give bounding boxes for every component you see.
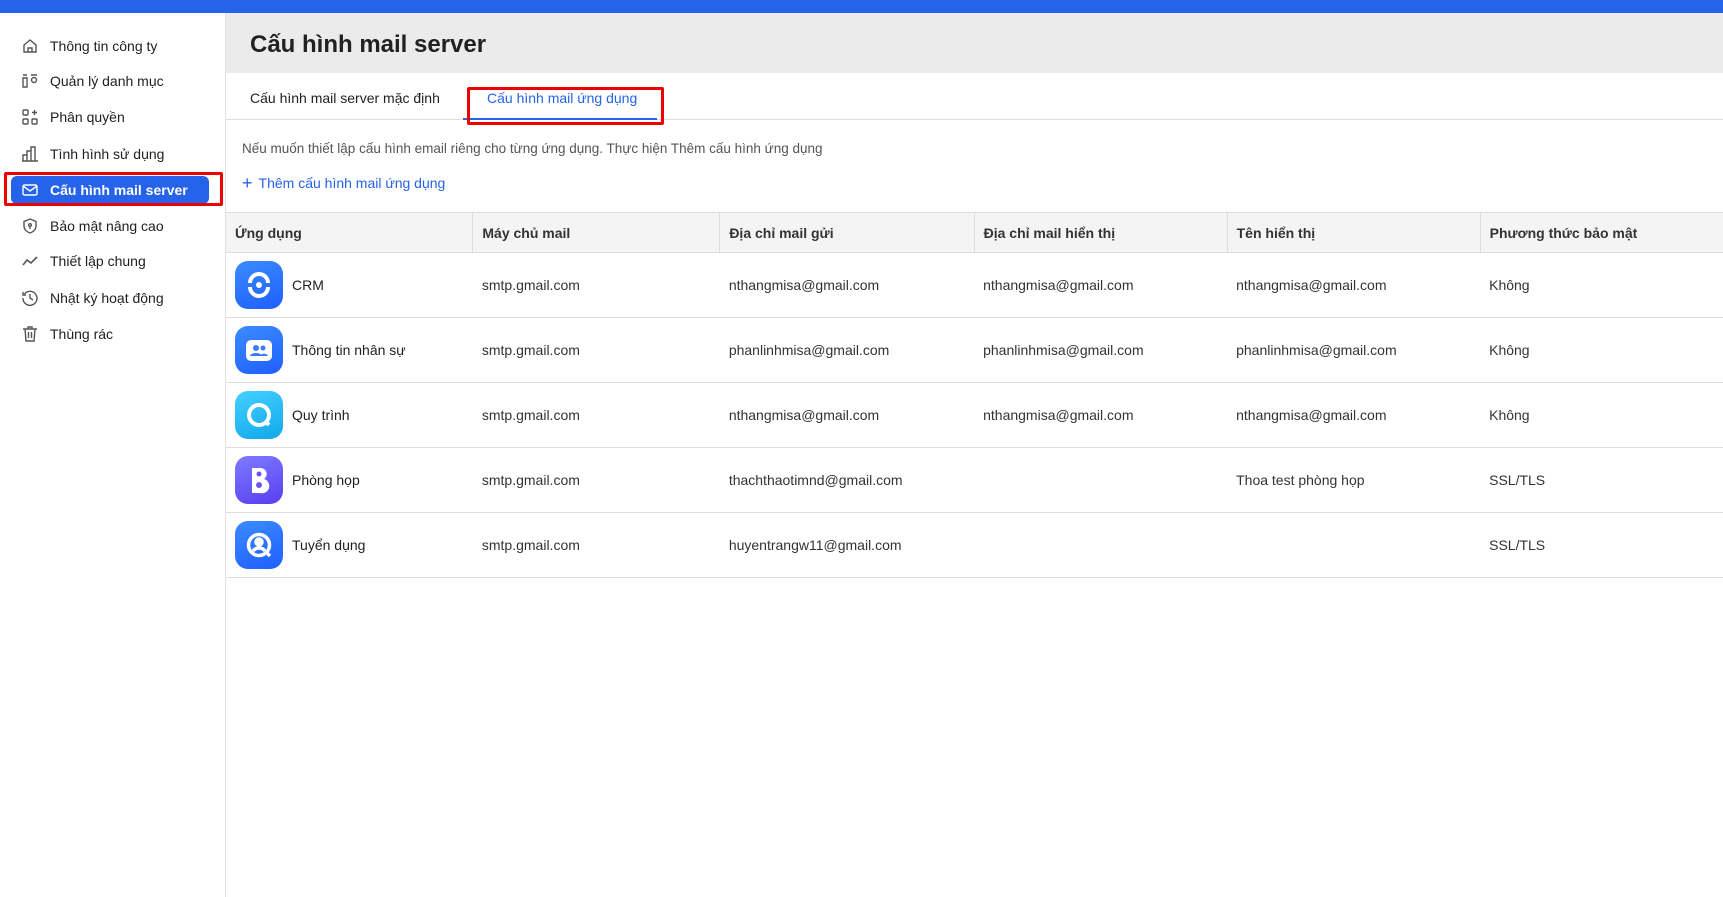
sidebar-item-label: Nhật ký hoạt động [50, 290, 164, 306]
app-name: Phòng họp [292, 472, 360, 488]
cell-display-mail: phanlinhmisa@gmail.com [974, 317, 1228, 383]
hr-app-icon [235, 326, 283, 374]
table-row[interactable]: Tuyển dụng smtp.gmail.com huyentrangw11@gm… [226, 512, 1723, 578]
column-header-display-mail: Địa chỉ mail hiển thị [973, 212, 1228, 253]
sidebar-item-permissions[interactable]: Phân quyền [11, 103, 209, 131]
cell-display-name: phanlinhmisa@gmail.com [1227, 317, 1481, 383]
process-app-icon [235, 391, 283, 439]
cell-server: smtp.gmail.com [472, 447, 720, 513]
plus-icon: + [242, 173, 253, 193]
sidebar-item-label: Bảo mật nâng cao [50, 218, 164, 234]
cell-app: CRM [226, 252, 473, 318]
history-icon [22, 290, 38, 307]
table-row[interactable]: CRM smtp.gmail.com nthangmisa@gmail.com nth… [226, 252, 1723, 318]
cell-server: smtp.gmail.com [472, 382, 720, 448]
sidebar-item-label: Thiết lập chung [50, 253, 146, 269]
sidebar-item-label: Thùng rác [50, 326, 114, 342]
cell-display-mail [974, 512, 1228, 578]
cell-app: Phòng họp [226, 447, 473, 513]
table-row[interactable]: Thông tin nhân sự smtp.gmail.com phanlinhm… [226, 317, 1723, 383]
cell-app: Quy trình [226, 382, 473, 448]
cell-server: smtp.gmail.com [472, 252, 720, 318]
sidebar: Thông tin công ty Quản lý danh mục Phân … [0, 13, 226, 897]
cell-from: phanlinhmisa@gmail.com [719, 317, 975, 383]
app-mail-table: Ứng dụng Máy chủ mail Địa chỉ mail gửi Đ… [226, 212, 1723, 578]
bar-chart-icon [22, 146, 38, 162]
table-header-row: Ứng dụng Máy chủ mail Địa chỉ mail gửi Đ… [226, 212, 1723, 253]
meeting-room-app-icon [235, 456, 283, 504]
column-header-security: Phương thức bảo mật [1479, 212, 1723, 253]
sidebar-item-label: Quản lý danh mục [50, 73, 164, 89]
category-icon [22, 74, 38, 88]
column-header-display-name: Tên hiển thị [1226, 212, 1481, 253]
description-text: Nếu muốn thiết lập cấu hình email riêng … [242, 141, 823, 156]
sidebar-item-company-info[interactable]: Thông tin công ty [11, 32, 209, 60]
cell-security: SSL/TLS [1480, 512, 1723, 578]
column-header-app: Ứng dụng [226, 212, 473, 253]
crm-app-icon [235, 261, 283, 309]
cell-server: smtp.gmail.com [472, 512, 720, 578]
tab-bar: Cấu hình mail server mặc định Cấu hình m… [226, 73, 1723, 120]
cell-security: Không [1480, 382, 1723, 448]
cell-display-name: nthangmisa@gmail.com [1227, 252, 1481, 318]
cell-security: SSL/TLS [1480, 447, 1723, 513]
active-tab-indicator [463, 118, 657, 120]
sidebar-item-catalog[interactable]: Quản lý danh mục [11, 67, 209, 95]
column-header-from: Địa chỉ mail gửi [719, 212, 975, 253]
mail-icon [22, 184, 38, 196]
cell-app: Tuyển dụng [226, 512, 473, 578]
sidebar-item-label: Phân quyền [50, 109, 125, 125]
cell-display-name: Thoa test phòng họp [1227, 447, 1481, 513]
cell-display-mail [974, 447, 1228, 513]
sidebar-item-label: Thông tin công ty [50, 38, 158, 54]
app-name: Thông tin nhân sự [292, 342, 406, 358]
tab-default-mail-server[interactable]: Cấu hình mail server mặc định [250, 90, 440, 106]
cell-from: huyentrangw11@gmail.com [719, 512, 975, 578]
add-app-mail-config-button[interactable]: + Thêm cấu hình mail ứng dụng [242, 173, 446, 193]
cell-from: nthangmisa@gmail.com [719, 382, 975, 448]
trend-icon [22, 256, 38, 266]
cell-security: Không [1480, 252, 1723, 318]
sidebar-item-security[interactable]: Bảo mật nâng cao [11, 212, 209, 240]
cell-display-mail: nthangmisa@gmail.com [974, 382, 1228, 448]
cell-app: Thông tin nhân sự [226, 317, 473, 383]
column-header-server: Máy chủ mail [472, 212, 720, 253]
recruitment-app-icon [235, 521, 283, 569]
app-name: CRM [292, 277, 324, 293]
sidebar-item-mail-server[interactable]: Cấu hình mail server [11, 176, 209, 204]
table-row[interactable]: Phòng họp smtp.gmail.com thachthaotimnd@gm… [226, 447, 1723, 513]
cell-from: thachthaotimnd@gmail.com [719, 447, 975, 513]
cell-server: smtp.gmail.com [472, 317, 720, 383]
permission-grid-icon [22, 109, 38, 125]
trash-icon [23, 326, 37, 342]
add-label: Thêm cấu hình mail ứng dụng [258, 175, 446, 191]
cell-security: Không [1480, 317, 1723, 383]
sidebar-item-label: Tình hình sử dụng [50, 146, 165, 162]
page-title: Cấu hình mail server [250, 31, 487, 58]
cell-from: nthangmisa@gmail.com [719, 252, 975, 318]
cell-display-name: nthangmisa@gmail.com [1227, 382, 1481, 448]
app-name: Tuyển dụng [292, 537, 366, 553]
sidebar-item-general-settings[interactable]: Thiết lập chung [11, 247, 209, 275]
table-row[interactable]: Quy trình smtp.gmail.com nthangmisa@gmail.… [226, 382, 1723, 448]
top-bar [0, 0, 1723, 13]
page-header: Cấu hình mail server [226, 13, 1723, 73]
home-icon [23, 39, 37, 53]
sidebar-item-trash[interactable]: Thùng rác [11, 320, 209, 348]
shield-icon [23, 218, 37, 234]
cell-display-name [1227, 512, 1481, 578]
app-name: Quy trình [292, 407, 350, 423]
tab-app-mail[interactable]: Cấu hình mail ứng dụng [487, 90, 637, 106]
sidebar-item-activity-log[interactable]: Nhật ký hoạt động [11, 284, 209, 312]
sidebar-item-label: Cấu hình mail server [50, 182, 188, 198]
cell-display-mail: nthangmisa@gmail.com [974, 252, 1228, 318]
sidebar-item-usage[interactable]: Tình hình sử dụng [11, 140, 209, 168]
